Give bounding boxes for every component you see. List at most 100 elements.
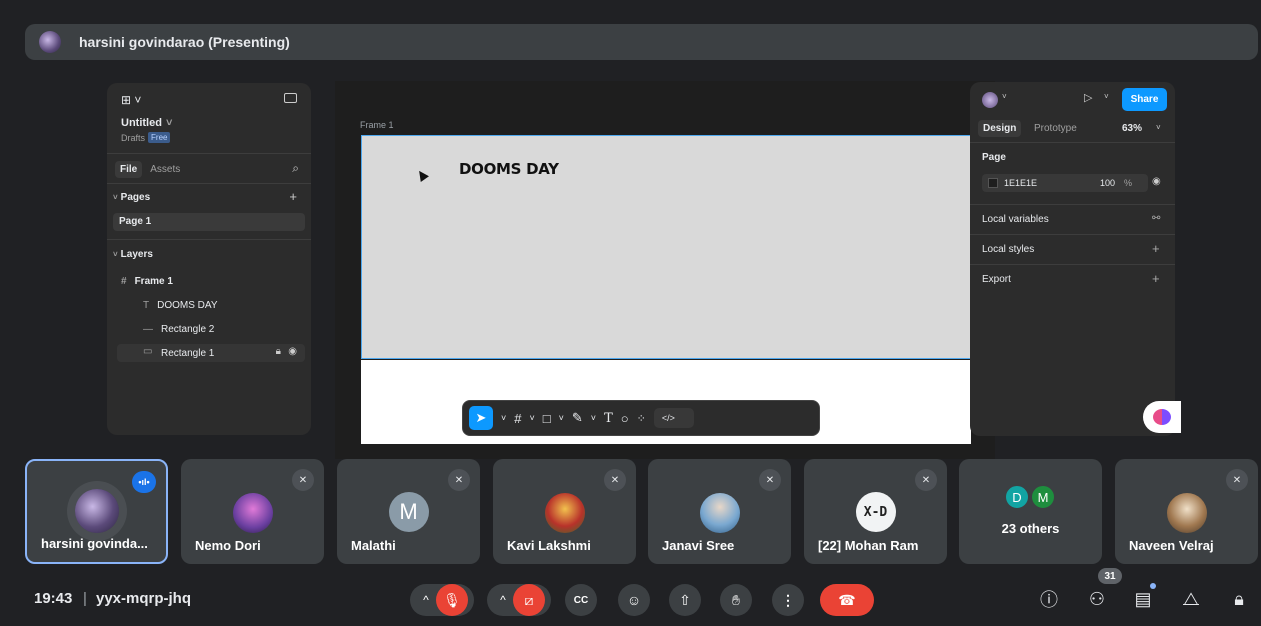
share-button[interactable]: Share (1122, 88, 1167, 111)
text-tool-icon[interactable]: T (604, 411, 613, 426)
shared-screen[interactable]: Frame 1 DOOMS DAY ⊞ ˅ Untitled ˅ Drafts F… (25, 66, 1258, 459)
layers-header[interactable]: ˅ Layers (113, 249, 153, 260)
presenter-title: harsini govindarao (Presenting) (79, 34, 290, 50)
chevron-down-icon[interactable]: ˅ (1104, 92, 1109, 101)
search-icon[interactable]: ⌕ (292, 161, 299, 176)
pages-header[interactable]: ˅ Pages (113, 192, 150, 203)
actions-tool-icon[interactable]: ⁘ (637, 412, 646, 425)
divider (107, 183, 311, 184)
eye-icon[interactable]: ◉ (1152, 176, 1161, 187)
file-title: Untitled ˅ (121, 117, 172, 129)
chevron-down-icon[interactable]: ˅ (591, 413, 596, 423)
chevron-down-icon: ˅ (113, 250, 118, 259)
others-tile[interactable]: D M 23 others (959, 459, 1102, 564)
mic-control[interactable]: ^ 🎙︎ (410, 584, 474, 616)
divider (970, 264, 1175, 265)
variables-icon[interactable]: ⚯ (1152, 213, 1160, 224)
chevron-up-icon[interactable]: ^ (416, 593, 436, 607)
chevron-up-icon[interactable]: ^ (493, 593, 513, 607)
layer-rect1[interactable]: ▭ Rectangle 1 🔒︎ ◉ (117, 344, 305, 362)
divider (107, 239, 311, 240)
dev-mode-toggle[interactable]: </> (653, 408, 694, 428)
captions-icon[interactable]: CC (565, 584, 597, 616)
chevron-down-icon[interactable]: ˅ (1002, 92, 1007, 101)
rectangle-icon: ▭ (143, 346, 153, 357)
tab-assets[interactable]: Assets (150, 164, 180, 175)
ai-assistant-icon[interactable] (1143, 401, 1181, 433)
drafts-label: Drafts (121, 132, 146, 143)
tab-design[interactable]: Design (978, 120, 1022, 137)
tab-prototype[interactable]: Prototype (1034, 123, 1077, 134)
frame-tool-icon[interactable]: # (514, 411, 521, 426)
participant-tile[interactable]: ✕ Naveen Velraj (1115, 459, 1258, 564)
eye-icon[interactable]: ◉ (288, 346, 297, 357)
drafts-line: Drafts Free (121, 132, 171, 143)
people-count-badge: 31 (1098, 568, 1122, 584)
color-swatch (988, 178, 998, 188)
raise-hand-icon[interactable]: ✋︎ (720, 584, 752, 616)
participant-tile[interactable]: •ıl• harsini govinda... (25, 459, 168, 564)
comment-tool-icon[interactable]: ○ (621, 411, 629, 426)
emoji-icon[interactable]: ☺ (618, 584, 650, 616)
people-icon[interactable]: ⚇ (1084, 586, 1110, 612)
lock-icon[interactable]: 🔒︎ (276, 346, 281, 357)
page-opacity: 100 (1100, 178, 1116, 188)
figma-menu: ⊞ ˅ (121, 93, 141, 107)
host-controls-icon[interactable]: 🔒︎ (1226, 586, 1252, 612)
mic-off-icon: ✕ (604, 469, 626, 491)
avatar: M (1030, 484, 1056, 510)
chevron-down-icon[interactable]: ˅ (559, 413, 564, 423)
page-item[interactable]: Page 1 (113, 213, 305, 231)
plan-badge: Free (148, 132, 171, 143)
frame-heading-text: DOOMS DAY (459, 160, 559, 178)
chevron-down-icon[interactable]: ˅ (501, 413, 506, 423)
add-export-icon[interactable]: + (1152, 271, 1160, 286)
present-play-icon[interactable]: ▷ (1084, 91, 1092, 104)
mic-off-icon[interactable]: 🎙︎ (436, 584, 468, 616)
layer-label: Rectangle 1 (161, 348, 215, 359)
participant-name: Nemo Dori (195, 538, 261, 553)
layer-frame[interactable]: # Frame 1 (121, 276, 173, 287)
add-style-icon[interactable]: + (1152, 241, 1160, 256)
layer-rect2[interactable]: — Rectangle 2 (143, 324, 214, 335)
page-color-field[interactable]: 1E1E1E 100 % (982, 174, 1148, 192)
avatar (699, 493, 740, 533)
camera-off-icon[interactable]: ⧄ (513, 584, 545, 616)
text-icon: T (143, 300, 150, 311)
user-avatar[interactable] (982, 92, 998, 108)
page-color-hex: 1E1E1E (1004, 178, 1038, 188)
controls-bar: 19:43 | yyx-mqrp-jhq ^ 🎙︎ ^ ⧄ CC ☺ ⇧ ✋︎ … (0, 572, 1261, 626)
figma-right-panel: ˅ ▷ ˅ Share Design Prototype 63% ˅ Page … (970, 82, 1175, 436)
present-screen-icon[interactable]: ⇧ (669, 584, 701, 616)
leave-call-icon[interactable]: ☎︎ (820, 584, 874, 616)
participant-name: Malathi (351, 538, 396, 553)
line-icon: — (143, 324, 153, 335)
participant-strip: •ıl• harsini govinda... ✕ Nemo Dori M ✕ … (25, 459, 1261, 564)
chevron-down-icon[interactable]: ˅ (530, 413, 535, 423)
camera-control[interactable]: ^ ⧄ (487, 584, 551, 616)
add-page-icon[interactable]: + (289, 189, 297, 204)
participant-tile[interactable]: ✕ Janavi Sree (648, 459, 791, 564)
local-variables-label[interactable]: Local variables (982, 214, 1049, 225)
page-section-header: Page (982, 152, 1006, 163)
export-label[interactable]: Export (982, 274, 1011, 285)
speaking-indicator-icon: •ıl• (132, 471, 156, 493)
mic-off-icon: ✕ (292, 469, 314, 491)
chevron-down-icon[interactable]: ˅ (1156, 123, 1161, 132)
tab-file[interactable]: File (115, 161, 143, 178)
participant-tile[interactable]: X-D ✕ [22] Mohan Ram (804, 459, 947, 564)
activities-icon[interactable]: ⧍ (1178, 586, 1204, 612)
zoom-level[interactable]: 63% (1122, 123, 1142, 134)
local-styles-label[interactable]: Local styles (982, 244, 1034, 255)
participant-tile[interactable]: ✕ Kavi Lakshmi (493, 459, 636, 564)
meeting-info-icon[interactable]: ⓘ (1036, 586, 1062, 612)
pen-tool-icon[interactable]: ✎ (572, 410, 583, 426)
layers-header-label: Layers (120, 249, 153, 260)
rectangle-tool-icon[interactable]: □ (543, 411, 551, 426)
chat-icon[interactable]: ▤ (1130, 586, 1156, 612)
participant-tile[interactable]: M ✕ Malathi (337, 459, 480, 564)
more-options-icon[interactable]: ⋮ (772, 584, 804, 616)
layer-text[interactable]: T DOOMS DAY (143, 300, 218, 311)
move-tool-icon[interactable]: ➤ (469, 406, 493, 430)
participant-tile[interactable]: ✕ Nemo Dori (181, 459, 324, 564)
